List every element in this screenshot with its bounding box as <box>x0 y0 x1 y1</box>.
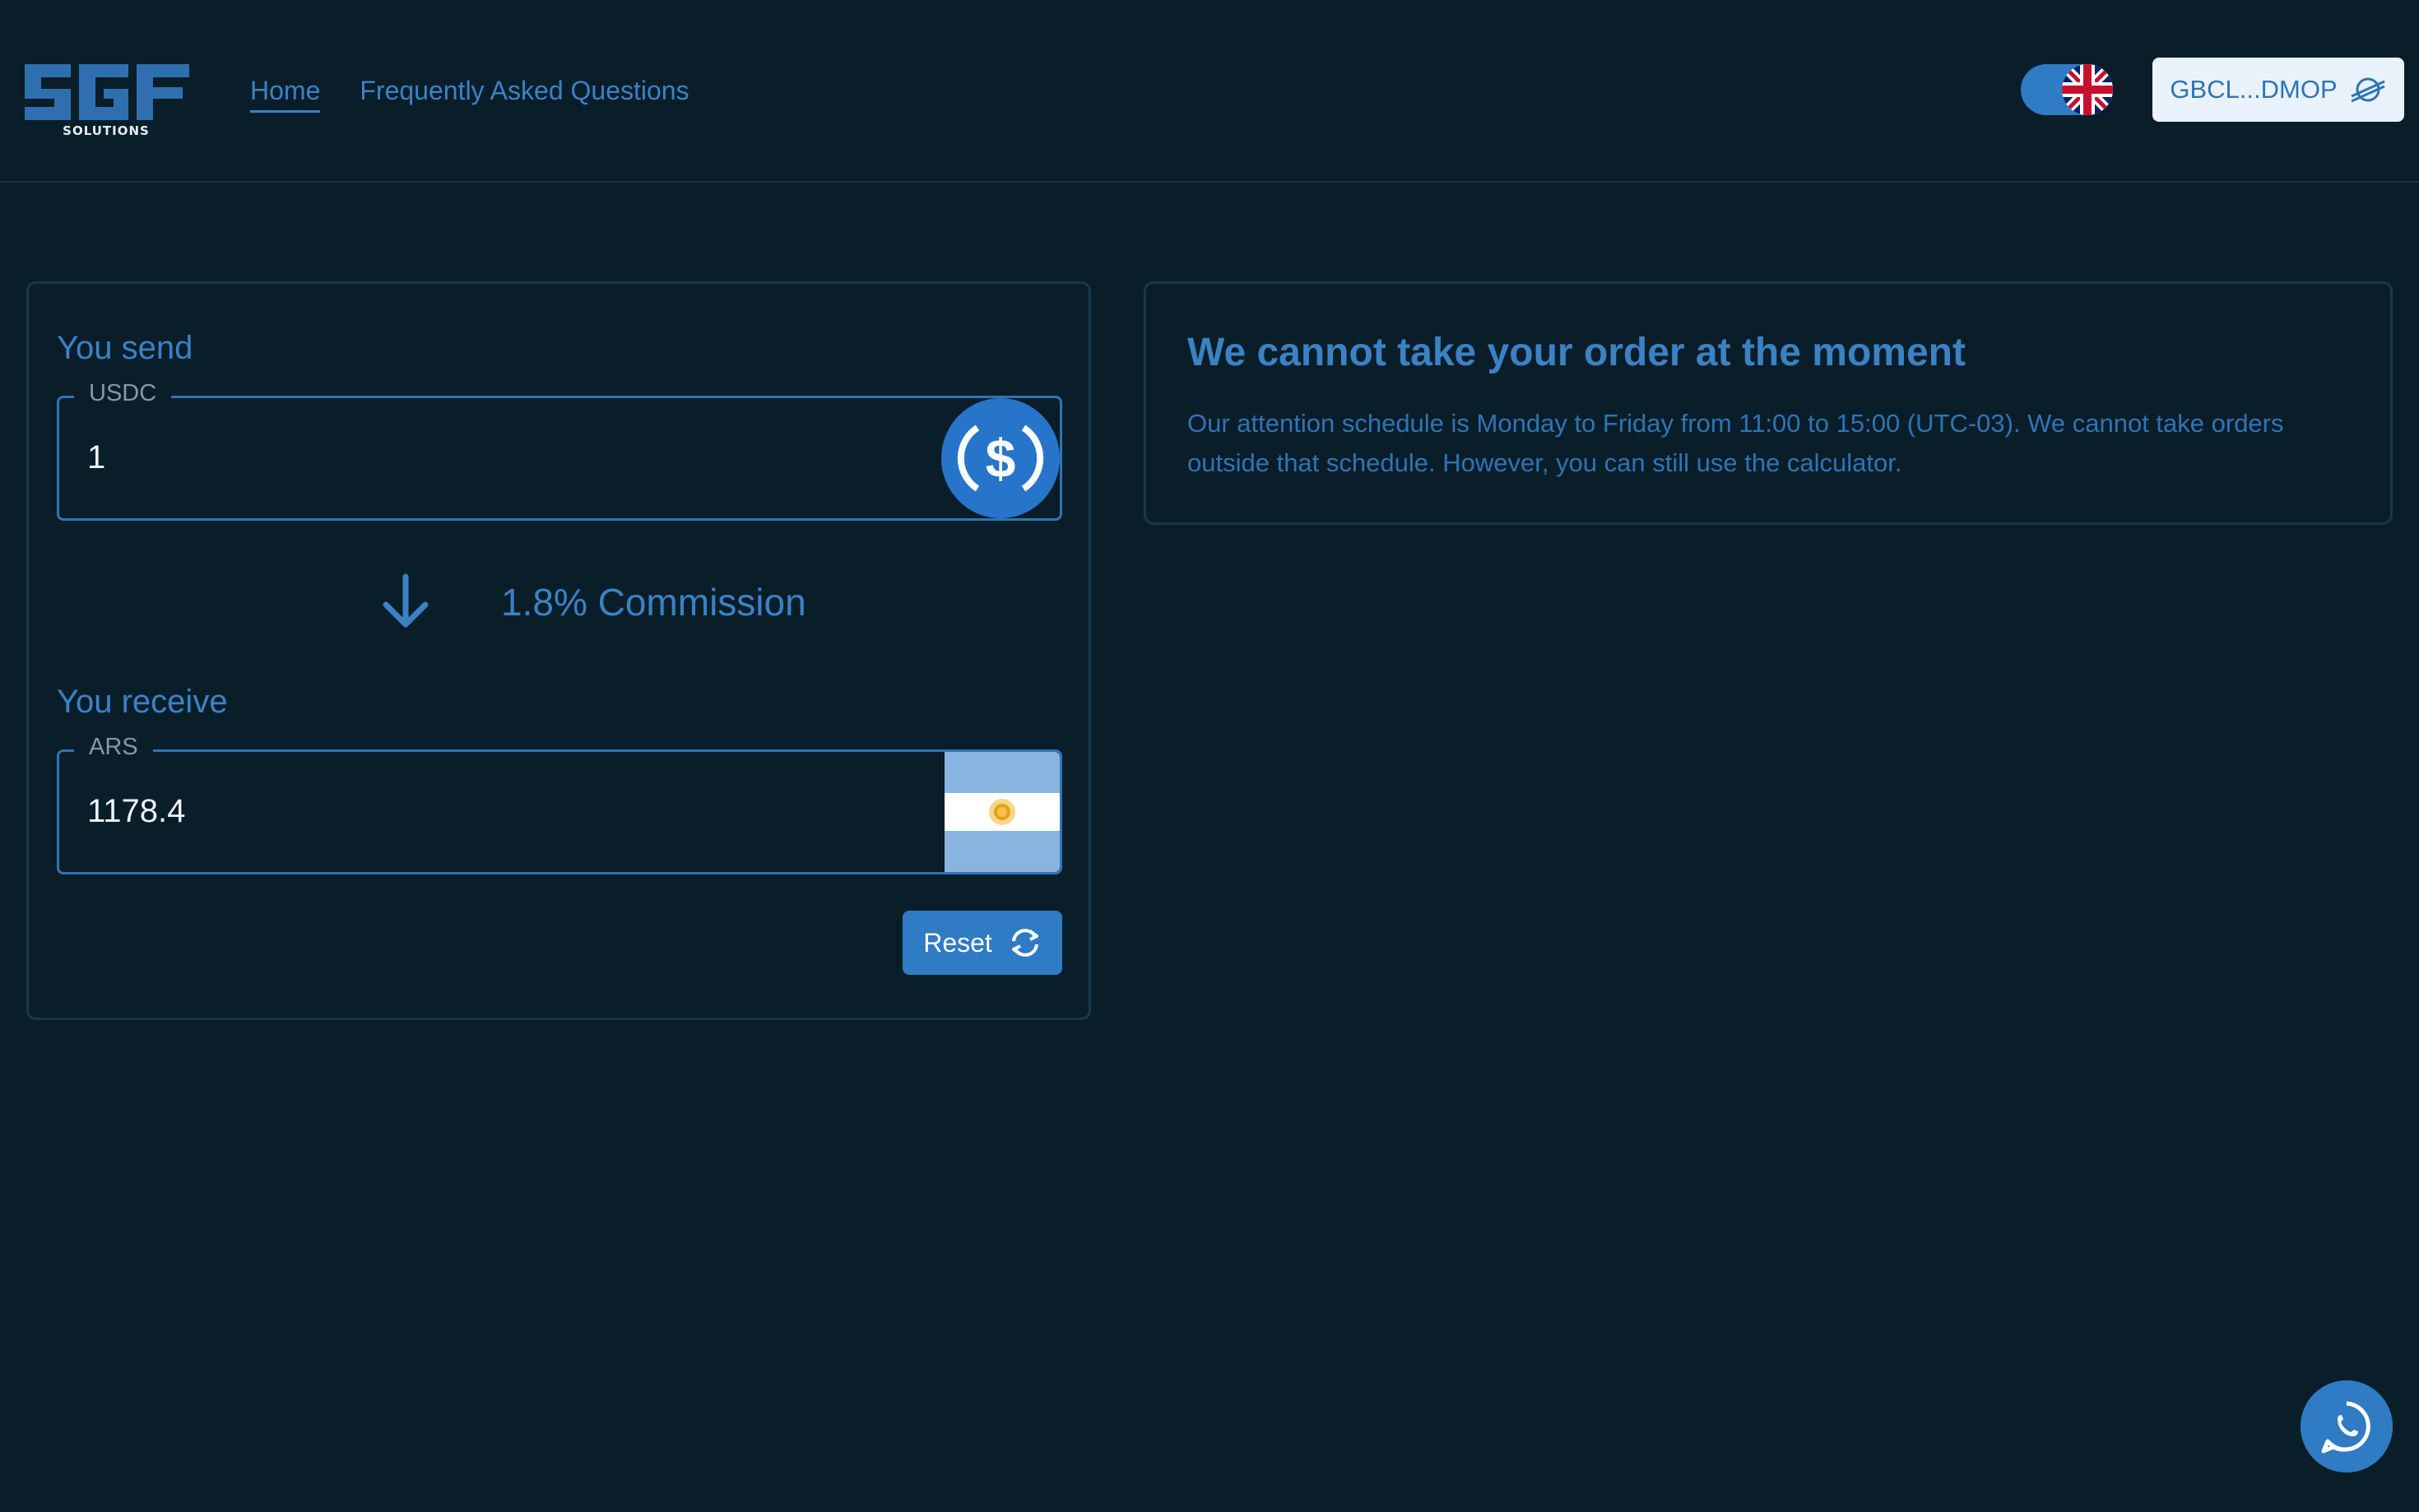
send-amount-value[interactable]: 1 <box>87 439 105 476</box>
svg-text:$: $ <box>986 428 1016 489</box>
nav-link-faq[interactable]: Frequently Asked Questions <box>360 72 689 113</box>
nav-link-home[interactable]: Home <box>250 72 321 113</box>
send-amount-field[interactable]: USDC 1 $ <box>57 380 1062 521</box>
commission-text: 1.8% Commission <box>501 581 806 624</box>
send-currency-label: USDC <box>74 380 172 407</box>
notice-panel: We cannot take your order at the moment … <box>1144 281 2393 525</box>
refresh-icon <box>1011 929 1038 957</box>
language-toggle[interactable] <box>2021 64 2113 115</box>
logo-subtitle: SOLUTIONS <box>63 123 150 138</box>
receive-currency-label: ARS <box>74 734 153 761</box>
reset-button[interactable]: Reset <box>903 911 1062 975</box>
stellar-icon <box>2351 77 2385 103</box>
whatsapp-button[interactable] <box>2301 1380 2393 1473</box>
top-navbar: SOLUTIONS Home Frequently Asked Question… <box>0 0 2419 183</box>
notice-title: We cannot take your order at the moment <box>1187 331 1966 374</box>
commission-row: 1.8% Commission <box>29 573 1089 639</box>
notice-body: Our attention schedule is Monday to Frid… <box>1187 409 2284 477</box>
receive-amount-field[interactable]: ARS 1178.4 <box>57 734 1062 874</box>
reset-label: Reset <box>923 927 992 958</box>
wallet-address: GBCL...DMOP <box>2170 75 2338 104</box>
uk-flag-icon <box>2062 64 2113 115</box>
sgf-logo[interactable]: SOLUTIONS <box>21 53 191 140</box>
send-section-label: You send <box>57 330 193 366</box>
arrow-down-icon <box>383 573 429 628</box>
argentina-flag-icon <box>945 752 1060 872</box>
receive-amount-value[interactable]: 1178.4 <box>87 793 185 830</box>
main-nav: Home Frequently Asked Questions <box>250 72 689 113</box>
usdc-icon: $ <box>941 398 1060 518</box>
receive-section-label: You receive <box>57 684 228 720</box>
calculator-panel: You send USDC 1 $ 1.8% Commission You re… <box>26 281 1091 1020</box>
whatsapp-icon <box>2301 1380 2393 1473</box>
wallet-button[interactable]: GBCL...DMOP <box>2152 58 2404 122</box>
